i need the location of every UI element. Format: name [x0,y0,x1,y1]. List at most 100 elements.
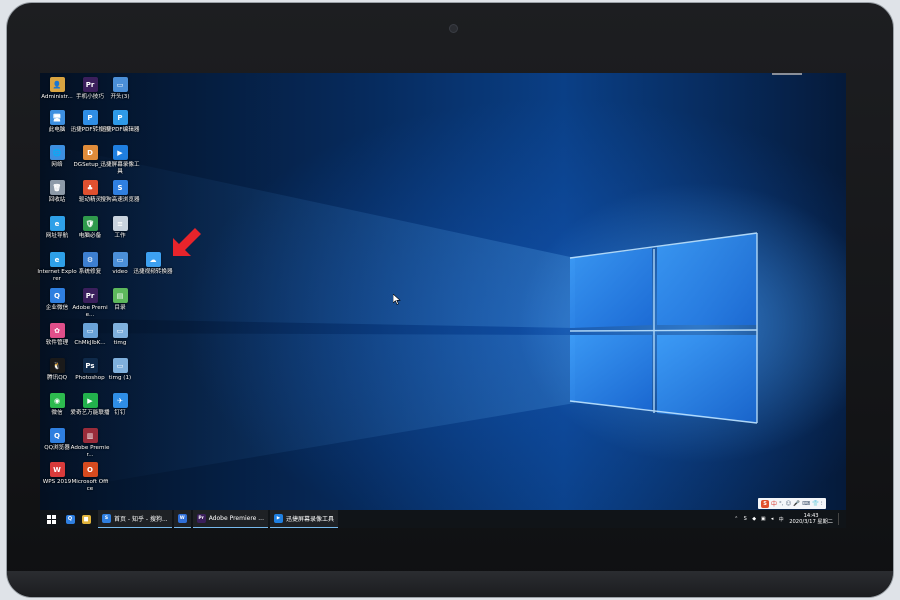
desktop-icon[interactable]: ≡ 工作 [103,216,137,240]
desktop-icon-label: 迅捷屏幕录像工具 [100,162,140,175]
mouse-cursor-icon [393,294,401,305]
system-tray: ⌃ S ◆ ▣ ◂ 中 14:43 2020/3/17 星期二 [733,513,846,526]
iqiyi-icon: ▶ [82,393,98,408]
setup-icon: D [82,145,98,160]
desktop-icon[interactable]: W WPS 2019 [40,462,74,486]
desktop-icon[interactable]: 🐧 腾讯QQ [40,358,74,382]
desktop-icon-label: 开头(3) [110,94,130,100]
chevron-up-icon[interactable]: ⌃ [733,516,739,522]
text-file-icon: ≡ [112,216,128,231]
taskbar-app-button[interactable]: W [173,510,191,528]
ime-tool-icon[interactable]: °, [779,501,784,507]
video-file-icon: ▭ [112,77,128,92]
photoshop-icon: Ps [82,358,98,373]
ie-nav-icon: e [49,216,65,231]
desktop-screen[interactable] [40,73,846,528]
ime-tool-icon[interactable]: 🎤 [793,501,800,507]
taskbar-app-label: 首页 - 知乎 - 搜狗... [114,516,168,523]
ime-mode-label[interactable]: 中 [771,499,777,508]
taskbar-app-label: Adobe Premiere ... [208,515,264,522]
desktop-icon[interactable]: 🖥 此电脑 [40,110,74,134]
desktop-icon[interactable]: e Internet Explorer [37,252,77,282]
file-explorer-icon[interactable]: ▆ [78,510,94,528]
ime-toolbar[interactable]: S 中 °, ☺ 🎤 ⌨ 👕 ⁝ [758,498,826,509]
microsoft-office-icon: O [82,462,98,477]
show-desktop-button[interactable] [838,513,842,525]
video-converter-icon: ☁ [145,252,161,267]
qq-browser-taskbar-icon[interactable]: Q [62,510,78,528]
desktop-icon-label: timg [113,340,127,346]
network-icon[interactable]: ▣ [760,516,766,522]
qq-icon: 🐧 [49,358,65,373]
wps-icon: W [49,462,65,477]
shield-icon[interactable]: ◆ [751,516,757,522]
network-icon: 🌐 [49,145,65,160]
webcam [449,24,458,33]
desktop-icon-label: 搜狗高速浏览器 [100,197,140,203]
desktop-icon-label: 目录 [114,305,126,311]
internet-explorer-icon: e [49,252,65,267]
sogou-browser-icon: S [112,180,128,195]
desktop-icon[interactable]: Q 企业微信 [40,288,74,312]
desktop-icon[interactable]: 🌐 网络 [40,145,74,169]
taskbar-app-label: 迅捷屏幕录像工具 [285,516,334,523]
desktop-icon[interactable]: ✿ 软件管理 [40,323,74,347]
desktop-icon[interactable]: O Microsoft Office [71,462,109,492]
desktop-icon-label: 工作 [114,233,126,239]
driver-genius-icon: ♣ [82,180,98,195]
desktop-icon[interactable]: P 迅捷PDF编辑器 [100,110,140,134]
desktop-icon-label: Adobe Premier... [70,445,110,458]
sogou-browser-icon: S [102,514,111,523]
ime-tool-icon[interactable]: ⁝ [821,501,823,507]
premiere-file-icon: Pr [82,77,98,92]
this-pc-icon: 🖥 [49,110,65,125]
adobe-premiere-icon: Pr [82,288,98,303]
ime-icon[interactable]: S [742,516,748,522]
wecom-icon: Q [49,288,65,303]
taskbar-app-button[interactable]: S 首页 - 知乎 - 搜狗... [98,510,172,528]
desktop-icon[interactable]: e 网址导航 [40,216,74,240]
wallpaper-windows-logo [40,143,758,493]
taskbar: Q ▆ S 首页 - 知乎 - 搜狗... W Pr Adobe Premiere ...… [40,510,846,528]
clock[interactable]: 14:43 2020/3/17 星期二 [787,513,835,526]
keyboard-icon[interactable]: 中 [778,516,784,523]
system-repair-icon: ⚙ [82,252,98,267]
desktop-icon-label: 迅捷PDF编辑器 [100,127,140,133]
laptop-hinge [7,571,893,597]
dingtalk-icon: ✈ [112,393,128,408]
desktop-icon[interactable]: 🗑 回收站 [40,180,74,204]
desktop-icon[interactable]: ▭ 开头(3) [103,77,137,101]
wechat-icon: ◉ [49,393,65,408]
pdf-converter-icon: P [82,110,98,125]
windows-start-icon[interactable] [40,510,62,528]
ime-tool-icon[interactable]: 👕 [812,501,819,507]
adobe-premiere-archive-icon: ▥ [82,428,98,443]
document-icon: ▤ [112,288,128,303]
desktop-icon[interactable]: ▭ video [103,252,137,276]
ime-tool-icon[interactable]: ☺ [786,501,792,507]
desktop-icon[interactable]: ▥ Adobe Premier... [70,428,110,458]
desktop-icon[interactable]: ▭ timg (1) [103,358,137,382]
desktop-icon[interactable]: ◉ 微信 [40,393,74,417]
desktop-icon-label: 迅捷视频转换器 [133,269,173,275]
screen-recorder-icon: ▶ [112,145,128,160]
desktop-icon[interactable]: S 搜狗高速浏览器 [100,180,140,204]
desktop-icon[interactable]: ✈ 钉钉 [103,393,137,417]
desktop-icon[interactable]: 👤 Administr... [40,77,74,101]
sogou-ime-icon[interactable]: S [761,499,769,508]
desktop-icon[interactable]: ▤ 目录 [103,288,137,312]
ime-tool-icon[interactable]: ⌨ [802,501,810,507]
desktop-icon[interactable]: ▶ 迅捷屏幕录像工具 [100,145,140,175]
image-file-icon: ▭ [112,358,128,373]
taskbar-app-button[interactable]: Pr Adobe Premiere ... [192,510,268,528]
shield-icon: 🛡 [82,216,98,231]
volume-icon[interactable]: ◂ [769,516,775,522]
desktop-icon[interactable]: Q QQ浏览器 [40,428,74,452]
taskbar-app-button[interactable]: ▶ 迅捷屏幕录像工具 [269,510,338,528]
wps-writer-icon: W [177,514,187,523]
desktop-icon-label: 钉钉 [114,410,126,416]
desktop-icon[interactable]: Pr Adobe Premie... [72,288,108,318]
recycle-bin-icon: 🗑 [49,180,65,195]
screen-recorder-icon: ▶ [273,514,283,523]
desktop-icon[interactable]: ▭ timg [103,323,137,347]
